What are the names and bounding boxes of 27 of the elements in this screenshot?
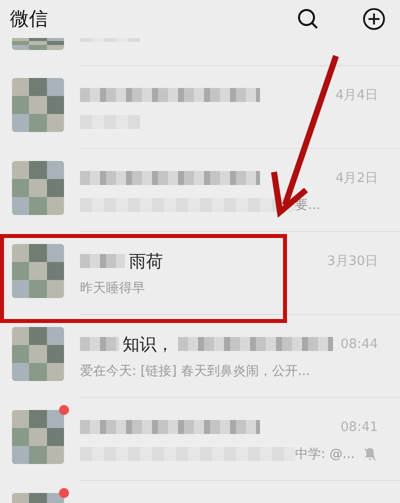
- chat-row[interactable]: 4月4日: [0, 66, 400, 149]
- photo-placeholder: [12, 78, 64, 132]
- photo-placeholder: [12, 38, 64, 50]
- search-icon[interactable]: [296, 7, 320, 31]
- chat-row[interactable]: 知识， 08:44 爱在今天: [链接] 春天到鼻炎闹，公开...: [0, 315, 400, 398]
- pixelated-text: [80, 337, 119, 351]
- chat-time: 08:41: [340, 420, 378, 434]
- app-title: 微信: [10, 7, 49, 32]
- photo-placeholder: [12, 161, 64, 215]
- chat-name: 知识，: [122, 334, 174, 356]
- chat-time: 4月2日: [335, 170, 378, 187]
- add-icon[interactable]: [362, 7, 386, 31]
- chat-row[interactable]: 4月2日 要...: [0, 149, 400, 232]
- message-preview: 中学: @...: [295, 446, 355, 463]
- chat-time: 3月30日: [327, 253, 378, 270]
- photo-placeholder: [12, 244, 64, 298]
- chat-row[interactable]: 08:41 中学: @...: [0, 398, 400, 481]
- chat-name: 雨荷: [129, 250, 163, 272]
- pixelated-text: [80, 254, 125, 268]
- chat-time: 08:44: [340, 336, 378, 352]
- message-preview: 爱在今天: [链接] 春天到鼻炎闹，公开...: [80, 363, 310, 380]
- message-preview: 要...: [295, 197, 320, 214]
- chat-time: 4月4日: [335, 87, 378, 104]
- message-preview: 昨天睡得早: [80, 280, 145, 297]
- photo-placeholder: [12, 327, 64, 381]
- chat-row[interactable]: 雨荷 3月30日 昨天睡得早: [0, 232, 400, 315]
- photo-placeholder: [12, 410, 64, 464]
